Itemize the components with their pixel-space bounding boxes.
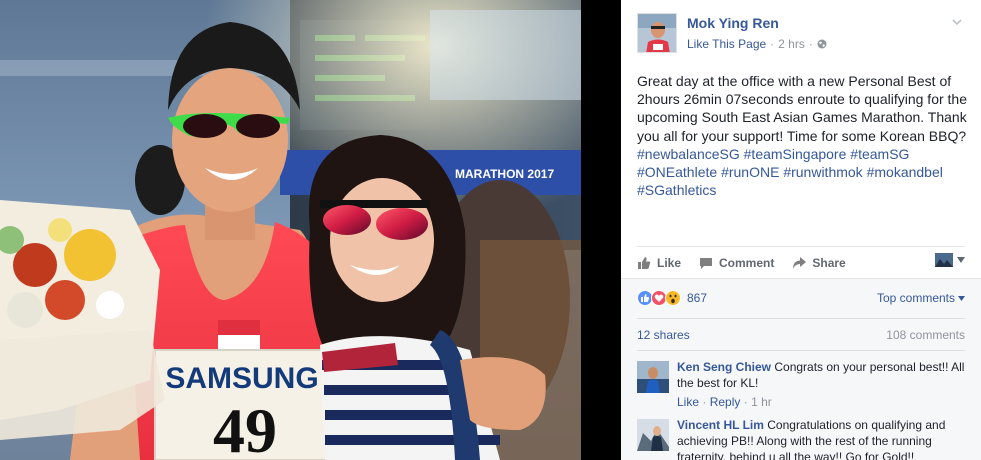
banner-text: MARATHON 2017: [455, 167, 554, 181]
bib-sponsor-text: SAMSUNG: [165, 362, 318, 395]
profile-thumbnail-icon: [935, 253, 953, 267]
comment-order-selector[interactable]: Top comments: [877, 291, 965, 305]
commenter-avatar-image: [637, 419, 669, 451]
commenter-avatar-image: [637, 361, 669, 393]
globe-icon[interactable]: [817, 39, 827, 49]
hashtag-link[interactable]: #ONEathlete: [637, 164, 717, 180]
caret-down-icon: [958, 295, 965, 301]
comment-item: Vincent HL Lim Congratulations on qualif…: [637, 417, 967, 460]
shares-count[interactable]: 12 shares: [637, 328, 690, 342]
post-actions-bar: Like Comment Share: [637, 246, 965, 278]
post-photo[interactable]: MARATHON 2017 SAMSUNG 49: [0, 0, 581, 460]
meta-separator: ·: [702, 395, 707, 409]
hashtag-link[interactable]: #runwithmok: [783, 164, 862, 180]
like-button[interactable]: Like: [637, 256, 681, 270]
reaction-count[interactable]: 867: [687, 291, 707, 305]
comment-reply-link[interactable]: Reply: [710, 395, 741, 409]
share-button-label: Share: [812, 255, 846, 270]
comment-body: Vincent HL Lim Congratulations on qualif…: [677, 417, 967, 460]
comment-meta: Like · Reply · 1 hr: [677, 394, 967, 410]
comment-body: Ken Seng Chiew Congrats on your personal…: [677, 359, 967, 410]
bib-number-text: 49: [213, 395, 277, 460]
commenter-avatar[interactable]: [637, 419, 669, 451]
wow-reaction-icon: [665, 290, 681, 306]
like-page-link[interactable]: Like This Page: [687, 37, 766, 51]
feedback-divider: [637, 350, 965, 351]
hashtag-link[interactable]: #newbalanceSG: [637, 146, 740, 162]
share-button[interactable]: Share: [792, 255, 846, 270]
thumbs-up-icon: [638, 256, 651, 269]
hashtag-link[interactable]: #runONE: [721, 164, 779, 180]
comment-item: Ken Seng Chiew Congrats on your personal…: [637, 359, 967, 413]
comment-button[interactable]: Comment: [699, 256, 774, 270]
post-timestamp[interactable]: 2 hrs: [778, 37, 805, 51]
post-author-name[interactable]: Mok Ying Ren: [687, 15, 779, 31]
photo-image: MARATHON 2017 SAMSUNG 49: [0, 0, 581, 460]
chevron-down-icon[interactable]: [951, 16, 963, 28]
comments-count[interactable]: 108 comments: [886, 328, 965, 342]
photo-side-gap: [581, 0, 621, 460]
comment-order-label: Top comments: [876, 291, 955, 305]
feedback-section: 867 Top comments 12 shares 108 comments: [621, 278, 981, 460]
caret-down-icon: [957, 257, 965, 263]
comment-like-link[interactable]: Like: [677, 395, 699, 409]
post-side-panel: Mok Ying Ren Like This Page · 2 hrs · Gr…: [621, 0, 981, 460]
comment-timestamp[interactable]: 1 hr: [751, 395, 772, 409]
share-arrow-icon: [793, 256, 807, 269]
post-meta: Like This Page · 2 hrs ·: [687, 37, 827, 51]
reaction-icons: [637, 290, 681, 306]
commenter-name[interactable]: Vincent HL Lim: [677, 418, 764, 432]
author-avatar[interactable]: [637, 13, 677, 53]
comment-button-label: Comment: [719, 255, 775, 270]
hashtag-link[interactable]: #mokandbel: [867, 164, 943, 180]
feedback-divider: [637, 318, 965, 319]
post-header: Mok Ying Ren Like This Page · 2 hrs ·: [637, 13, 967, 53]
hashtag-link[interactable]: #teamSG: [850, 146, 909, 162]
meta-separator: ·: [808, 37, 813, 51]
share-comment-counts: 12 shares 108 comments: [637, 328, 965, 344]
post-message-text: Great day at the office with a new Perso…: [637, 73, 967, 144]
hashtag-link[interactable]: #SGathletics: [637, 182, 716, 198]
hashtag-link[interactable]: #teamSingapore: [744, 146, 847, 162]
meta-separator: ·: [743, 395, 748, 409]
post-message: Great day at the office with a new Perso…: [637, 72, 967, 199]
meta-separator: ·: [770, 37, 775, 51]
comment-icon: [700, 257, 713, 269]
like-button-label: Like: [657, 255, 682, 270]
reaction-identity-selector[interactable]: [935, 253, 965, 267]
commenter-avatar[interactable]: [637, 361, 669, 393]
author-avatar-image: [638, 14, 676, 52]
commenter-name[interactable]: Ken Seng Chiew: [677, 360, 771, 374]
